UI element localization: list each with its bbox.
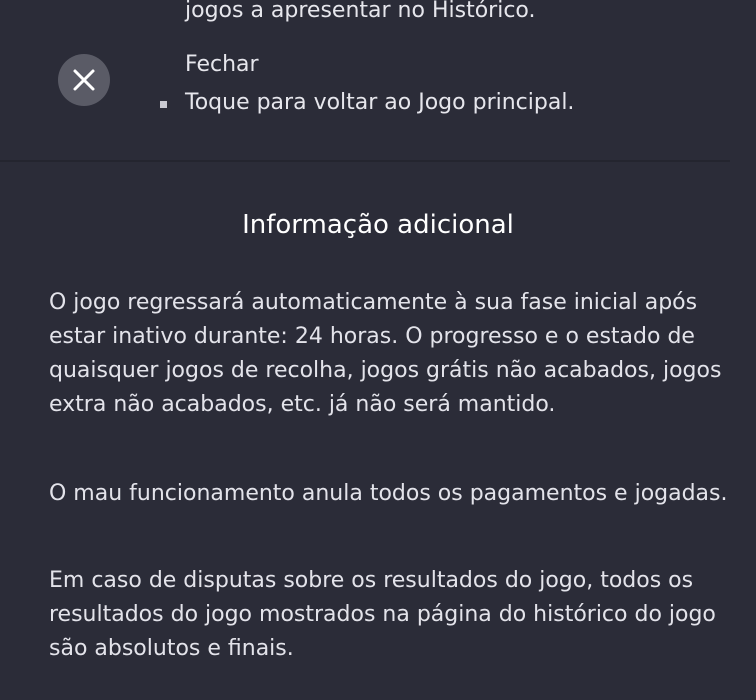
additional-info-paragraph-disputes: Em caso de disputas sobre os resultados … [49,568,716,661]
close-bullet-item: Toque para voltar ao Jogo principal. [160,86,574,120]
close-help-section: jogos a apresentar no Histórico. Fechar … [0,0,756,160]
additional-info-paragraph-malfunction: O mau funcionamento anula todos os pagam… [49,481,728,506]
close-button[interactable] [58,54,110,106]
bullet-icon [160,101,167,108]
close-icon [73,69,95,91]
section-divider [0,160,730,162]
additional-info-paragraph-inactivity: O jogo regressará automaticamente à sua … [49,290,722,417]
additional-info-title: Informação adicional [242,210,514,240]
close-title: Fechar [185,52,259,77]
close-description: Toque para voltar ao Jogo principal. [185,90,575,115]
previous-section-text: jogos a apresentar no Histórico. [185,0,536,23]
help-page: jogos a apresentar no Histórico. Fechar … [0,0,756,700]
